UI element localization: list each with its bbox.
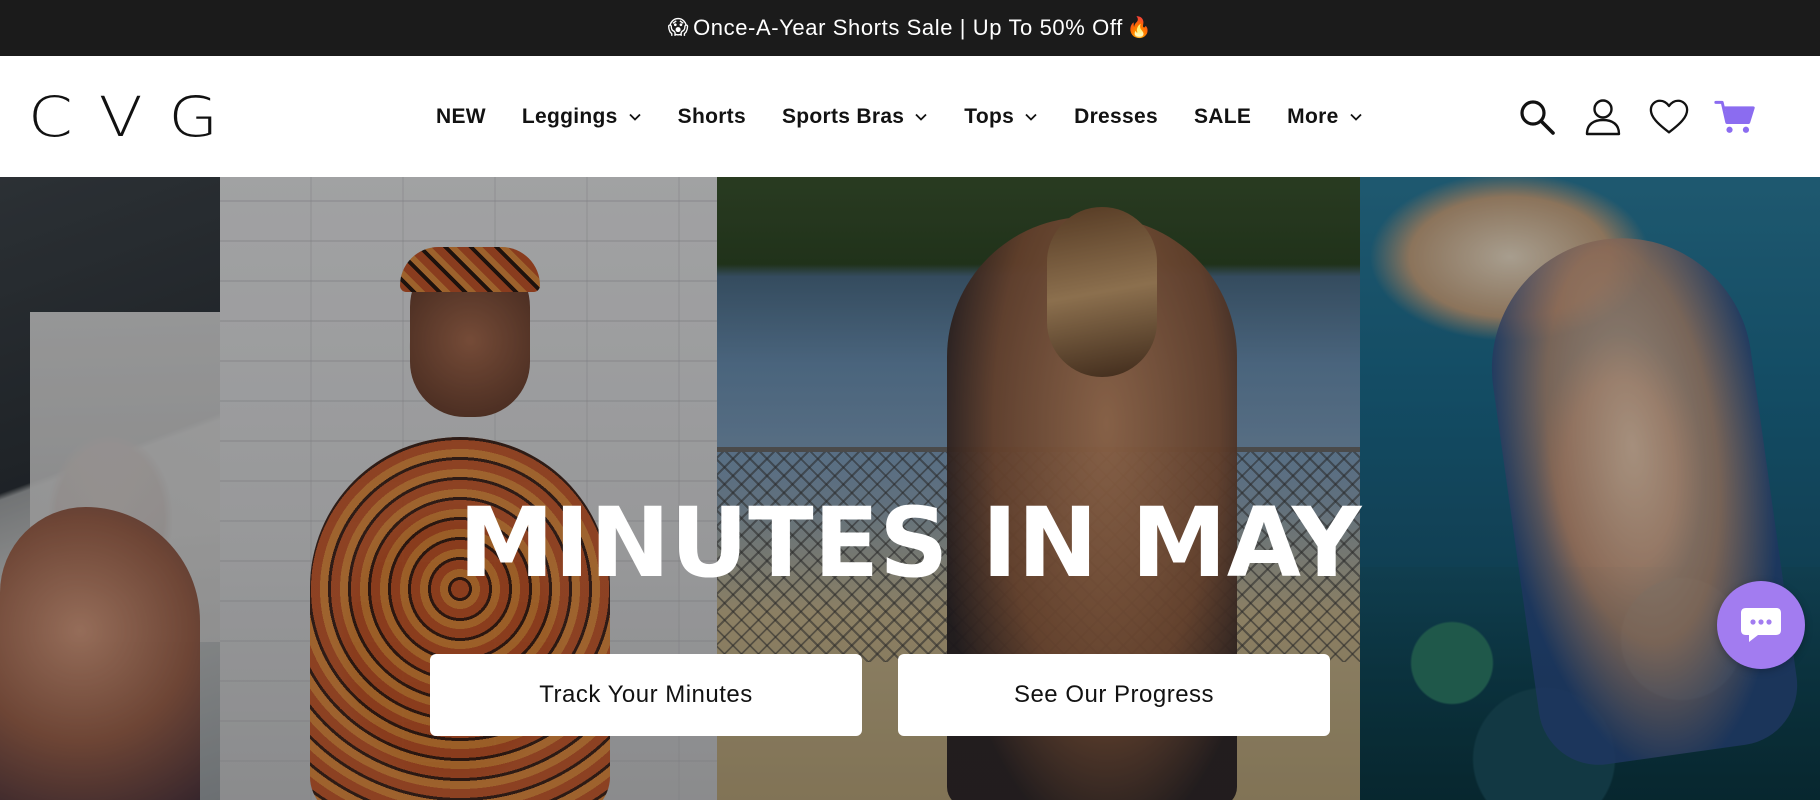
hero-title: MINUTES IN MAY — [458, 487, 1362, 599]
wishlist-heart-icon — [1649, 99, 1689, 133]
see-our-progress-button[interactable]: See Our Progress — [898, 654, 1330, 736]
account-icon — [1585, 98, 1621, 135]
chevron-down-icon — [1349, 113, 1362, 121]
chat-bubble-icon — [1741, 608, 1781, 642]
site-header: CVG NEW Leggings Shorts Sports Bras Tops… — [0, 56, 1820, 178]
chat-widget-button[interactable] — [1717, 581, 1805, 669]
announcement-bar: 😱 Once-A-Year Shorts Sale | Up To 50% Of… — [0, 0, 1820, 56]
nav-item-label: NEW — [436, 104, 486, 128]
search-button[interactable] — [1516, 96, 1558, 138]
nav-item-sale[interactable]: SALE — [1176, 93, 1269, 141]
site-logo[interactable]: CVG — [28, 86, 244, 150]
scream-emoji: 😱 — [667, 17, 690, 39]
nav-item-dresses[interactable]: Dresses — [1056, 93, 1176, 141]
chevron-down-icon — [915, 113, 927, 121]
main-nav: NEW Leggings Shorts Sports Bras Tops Dre… — [418, 56, 1381, 177]
nav-item-label: Dresses — [1074, 104, 1158, 128]
nav-item-sports-bras[interactable]: Sports Bras — [764, 93, 946, 141]
nav-item-more[interactable]: More — [1269, 93, 1380, 141]
nav-item-label: Leggings — [521, 104, 618, 128]
cart-icon — [1714, 100, 1755, 133]
nav-item-label: Sports Bras — [781, 104, 905, 128]
hero-banner: MINUTES IN MAY Track Your Minutes See Ou… — [0, 177, 1820, 800]
wishlist-button[interactable] — [1648, 96, 1690, 138]
chevron-down-icon — [629, 113, 641, 121]
nav-item-label: SALE — [1193, 104, 1252, 128]
nav-item-leggings[interactable]: Leggings — [504, 93, 660, 141]
nav-item-label: More — [1287, 104, 1339, 128]
announcement-text[interactable]: Once-A-Year Shorts Sale | Up To 50% Off — [693, 15, 1123, 41]
nav-item-new[interactable]: NEW — [418, 93, 504, 141]
search-icon — [1520, 99, 1555, 135]
nav-item-label: Shorts — [677, 104, 746, 128]
fire-emoji: 🔥 — [1126, 17, 1153, 39]
chevron-down-icon — [1025, 113, 1037, 121]
nav-item-tops[interactable]: Tops — [946, 93, 1056, 141]
cart-button[interactable] — [1714, 96, 1756, 138]
track-your-minutes-button[interactable]: Track Your Minutes — [430, 654, 862, 736]
nav-item-shorts[interactable]: Shorts — [660, 93, 764, 141]
account-button[interactable] — [1582, 96, 1624, 138]
nav-item-label: Tops — [964, 104, 1015, 128]
header-icons — [1516, 56, 1756, 177]
